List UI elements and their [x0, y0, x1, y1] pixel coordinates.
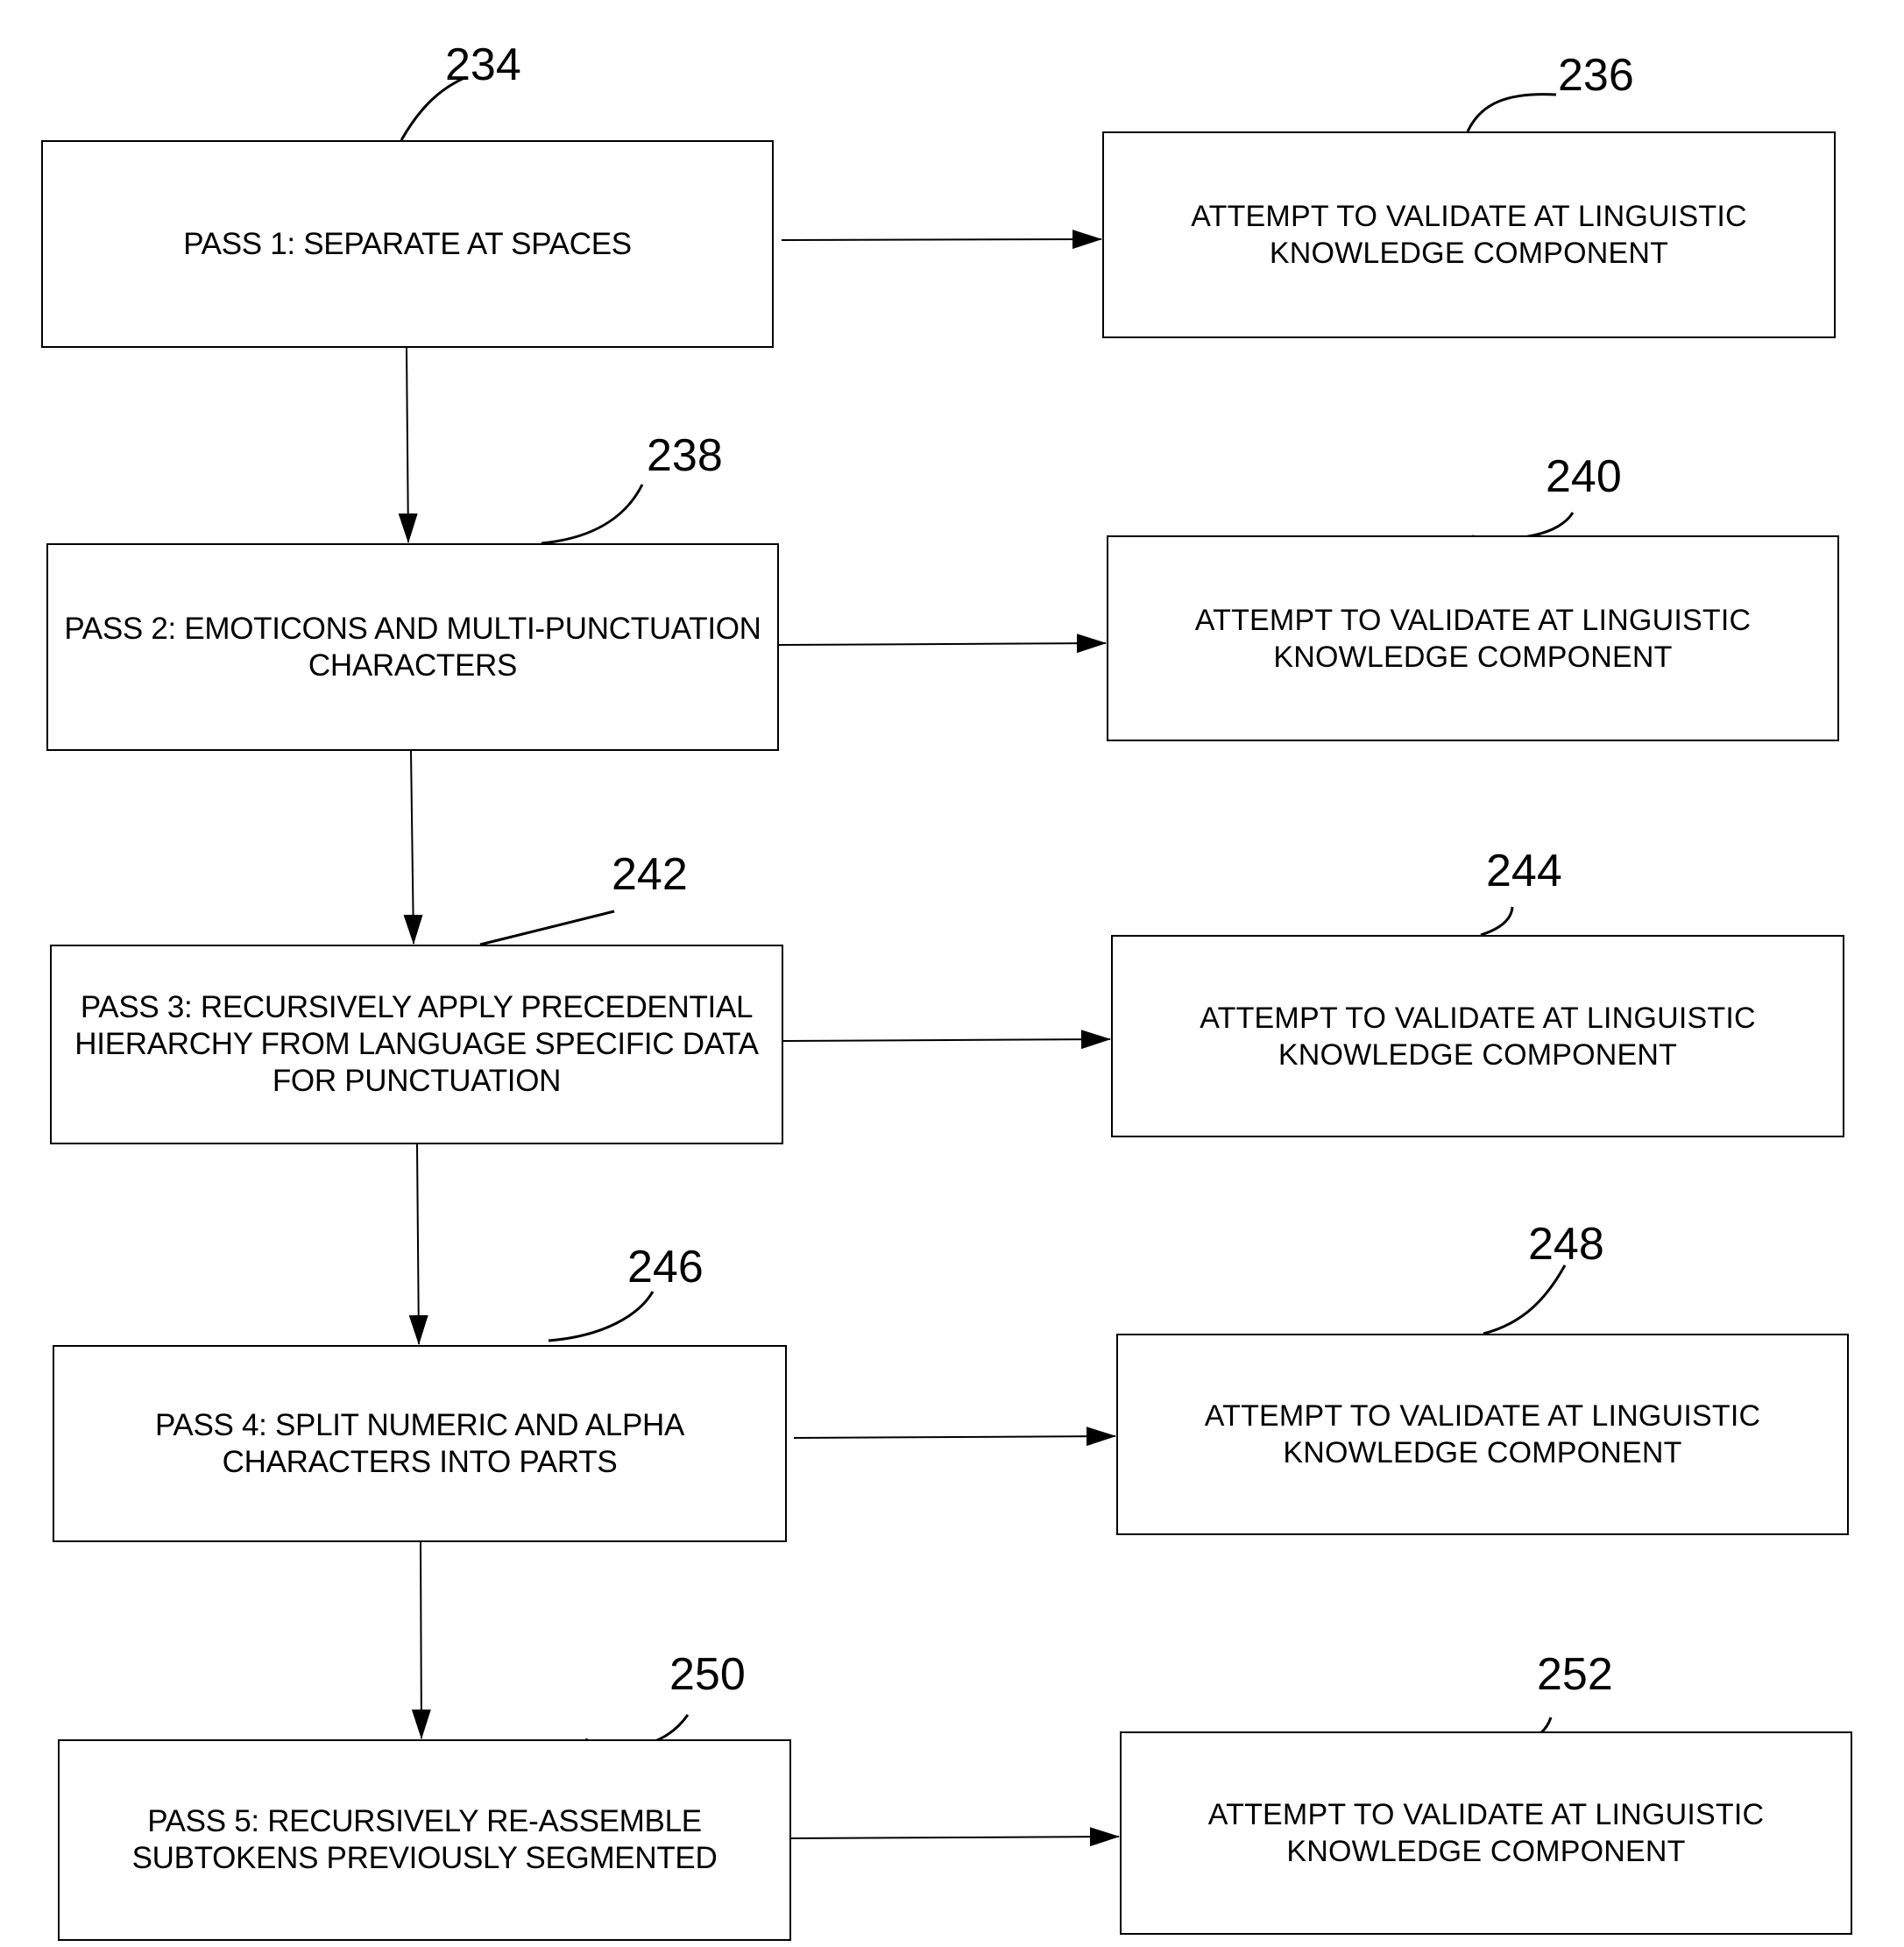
ref-label-238: 238	[647, 430, 723, 481]
leader-line-244	[1480, 906, 1514, 937]
pass-4-text: PASS 4: SPLIT NUMERIC AND ALPHA CHARACTE…	[154, 1407, 685, 1479]
validate-box-248: ATTEMPT TO VALIDATE AT LINGUISTIC KNOWLE…	[1116, 1334, 1849, 1535]
pass-5-box: PASS 5: RECURSIVELY RE-ASSEMBLE SUBTOKEN…	[58, 1739, 791, 1941]
validate-text-236: ATTEMPT TO VALIDATE AT LINGUISTIC KNOWLE…	[1191, 200, 1747, 270]
pass-3-text: PASS 3: RECURSIVELY APPLY PRECEDENTIAL H…	[74, 990, 759, 1098]
arrow-234-to-236	[781, 230, 1102, 250]
arrow-250-to-252	[790, 1827, 1120, 1847]
arrow-238-to-242	[403, 750, 423, 945]
validate-text-240: ATTEMPT TO VALIDATE AT LINGUISTIC KNOWLE…	[1194, 603, 1752, 674]
pass-1-box: PASS 1: SEPARATE AT SPACES	[41, 140, 774, 348]
arrow-246-to-248	[793, 1427, 1116, 1447]
ref-label-236: 236	[1558, 50, 1634, 101]
ref-label-248: 248	[1528, 1219, 1604, 1270]
validate-box-252: ATTEMPT TO VALIDATE AT LINGUISTIC KNOWLE…	[1120, 1731, 1852, 1935]
pass-4-box: PASS 4: SPLIT NUMERIC AND ALPHA CHARACTE…	[53, 1345, 787, 1542]
arrow-242-to-246	[408, 1143, 428, 1345]
pass-1-text: PASS 1: SEPARATE AT SPACES	[183, 226, 632, 261]
validate-box-240: ATTEMPT TO VALIDATE AT LINGUISTIC KNOWLE…	[1107, 535, 1839, 741]
validate-text-248: ATTEMPT TO VALIDATE AT LINGUISTIC KNOWLE…	[1204, 1399, 1761, 1469]
leader-line-238	[541, 484, 644, 545]
validate-box-244: ATTEMPT TO VALIDATE AT LINGUISTIC KNOWLE…	[1111, 935, 1844, 1137]
ref-label-234: 234	[445, 39, 521, 90]
pass-3-box: PASS 3: RECURSIVELY APPLY PRECEDENTIAL H…	[50, 945, 783, 1144]
ref-label-244: 244	[1486, 846, 1562, 896]
arrow-234-to-238	[398, 347, 418, 543]
validate-text-244: ATTEMPT TO VALIDATE AT LINGUISTIC KNOWLE…	[1200, 1001, 1756, 1072]
ref-label-246: 246	[627, 1242, 704, 1292]
ref-label-252: 252	[1537, 1649, 1613, 1700]
flowchart-canvas: PASS 1: SEPARATE AT SPACES PASS 2: EMOTI…	[0, 0, 1904, 1947]
pass-2-box: PASS 2: EMOTICONS AND MULTI-PUNCTUATION …	[46, 543, 779, 751]
ref-label-242: 242	[612, 849, 688, 900]
pass-2-text: PASS 2: EMOTICONS AND MULTI-PUNCTUATION …	[64, 611, 761, 683]
ref-label-240: 240	[1546, 451, 1622, 502]
leader-line-236	[1466, 93, 1557, 132]
validate-box-236: ATTEMPT TO VALIDATE AT LINGUISTIC KNOWLE…	[1102, 131, 1836, 338]
arrow-238-to-240	[778, 634, 1107, 654]
ref-label-250: 250	[669, 1649, 746, 1700]
pass-5-text: PASS 5: RECURSIVELY RE-ASSEMBLE SUBTOKEN…	[131, 1804, 718, 1875]
validate-text-252: ATTEMPT TO VALIDATE AT LINGUISTIC KNOWLE…	[1207, 1798, 1765, 1868]
arrow-242-to-244	[782, 1030, 1111, 1050]
leader-line-248	[1483, 1264, 1567, 1335]
leader-line-242	[479, 910, 615, 946]
leader-line-246	[548, 1291, 655, 1342]
